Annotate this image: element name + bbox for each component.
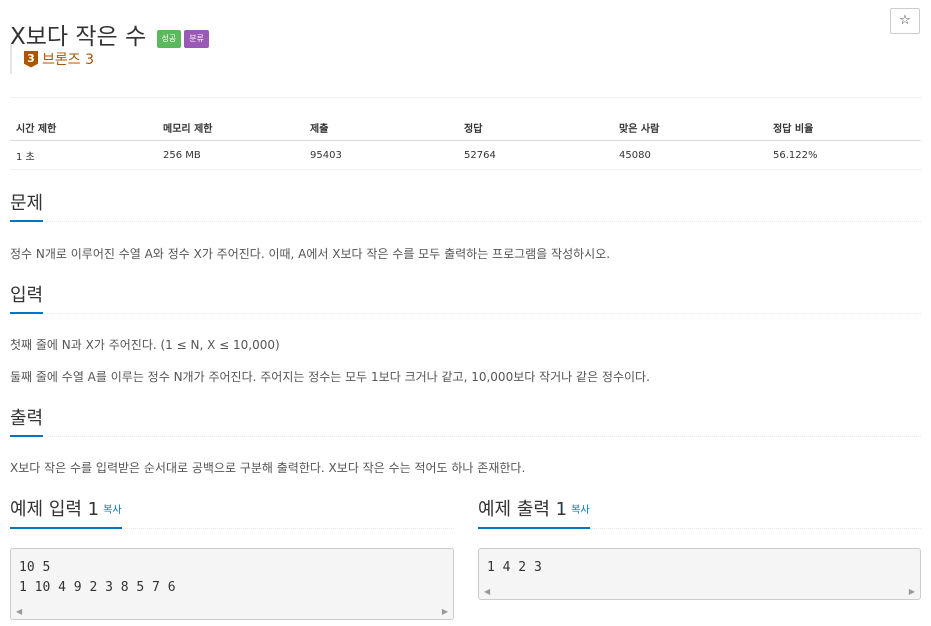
sample-output-content: 1 4 2 3 [487, 560, 542, 575]
sample-output-heading: 예제 출력 1 복사 [478, 496, 921, 529]
input-heading: 입력 [10, 285, 44, 314]
scroll-left-icon[interactable]: ◀ [16, 606, 22, 618]
problem-heading: 문제 [10, 193, 44, 222]
success-badge[interactable]: 성공 [156, 30, 182, 49]
problem-description: 정수 N개로 이루어진 수열 A와 정수 X가 주어진다. 이때, A에서 X보… [10, 247, 611, 261]
bronze-tier-icon: 3 [24, 50, 38, 68]
divider [10, 97, 921, 98]
header-memory-limit: 메모리 제한 [157, 114, 304, 141]
header-solved-users: 맞은 사람 [613, 114, 767, 141]
sample-output-title: 예제 출력 1 [478, 499, 568, 520]
memory-limit-value: 256 MB [157, 140, 304, 170]
sample-input-content: 10 5 1 10 4 9 2 3 8 5 7 6 [19, 560, 176, 595]
sample-input-title: 예제 입력 1 [10, 499, 100, 520]
scroll-right-icon[interactable]: ▶ [909, 586, 915, 598]
accepted-value: 52764 [458, 140, 613, 170]
solved-users-value: 45080 [613, 140, 767, 170]
header-accept-ratio: 정답 비율 [767, 114, 921, 141]
sample-input-box[interactable]: 10 5 1 10 4 9 2 3 8 5 7 6 ◀ ▶ [10, 548, 454, 620]
favorite-star-button[interactable]: ☆ [890, 8, 920, 34]
tier-label: 브론즈 3 [42, 52, 94, 68]
input-description-line: 첫째 줄에 N과 X가 주어진다. (1 ≤ N, X ≤ 10,000) [10, 338, 280, 352]
table-row: 1 초 256 MB 95403 52764 45080 56.122% [10, 140, 921, 170]
problem-section-heading: 문제 [10, 189, 921, 222]
star-icon: ☆ [899, 13, 911, 28]
category-badge[interactable]: 분류 [184, 30, 209, 49]
output-section-heading: 출력 [10, 404, 921, 437]
time-limit-value: 1 초 [10, 140, 157, 170]
scroll-right-icon[interactable]: ▶ [442, 606, 448, 618]
scroll-left-icon[interactable]: ◀ [484, 586, 490, 598]
tier-link[interactable]: 3 브론즈 3 [10, 44, 94, 74]
copy-sample-output-link[interactable]: 복사 [571, 505, 589, 516]
sample-input-heading: 예제 입력 1 복사 [10, 496, 454, 529]
input-description-line: 둘째 줄에 수열 A를 이루는 정수 N개가 주어진다. 주어지는 정수는 모두… [10, 370, 650, 384]
copy-sample-input-link[interactable]: 복사 [103, 505, 121, 516]
submissions-value: 95403 [304, 140, 458, 170]
input-section-heading: 입력 [10, 281, 921, 314]
header-time-limit: 시간 제한 [10, 114, 157, 141]
output-description: X보다 작은 수를 입력받은 순서대로 공백으로 구분해 출력한다. X보다 작… [10, 461, 526, 475]
header-accepted: 정답 [458, 114, 613, 141]
horizontal-scrollbar[interactable]: ◀ ▶ [479, 585, 920, 599]
output-heading: 출력 [10, 408, 44, 437]
sample-output-box[interactable]: 1 4 2 3 ◀ ▶ [478, 548, 921, 600]
problem-info-table: 시간 제한 메모리 제한 제출 정답 맞은 사람 정답 비율 1 초 256 M… [10, 114, 921, 170]
accept-ratio-value: 56.122% [767, 140, 921, 170]
header-submissions: 제출 [304, 114, 458, 141]
horizontal-scrollbar[interactable]: ◀ ▶ [11, 605, 453, 619]
